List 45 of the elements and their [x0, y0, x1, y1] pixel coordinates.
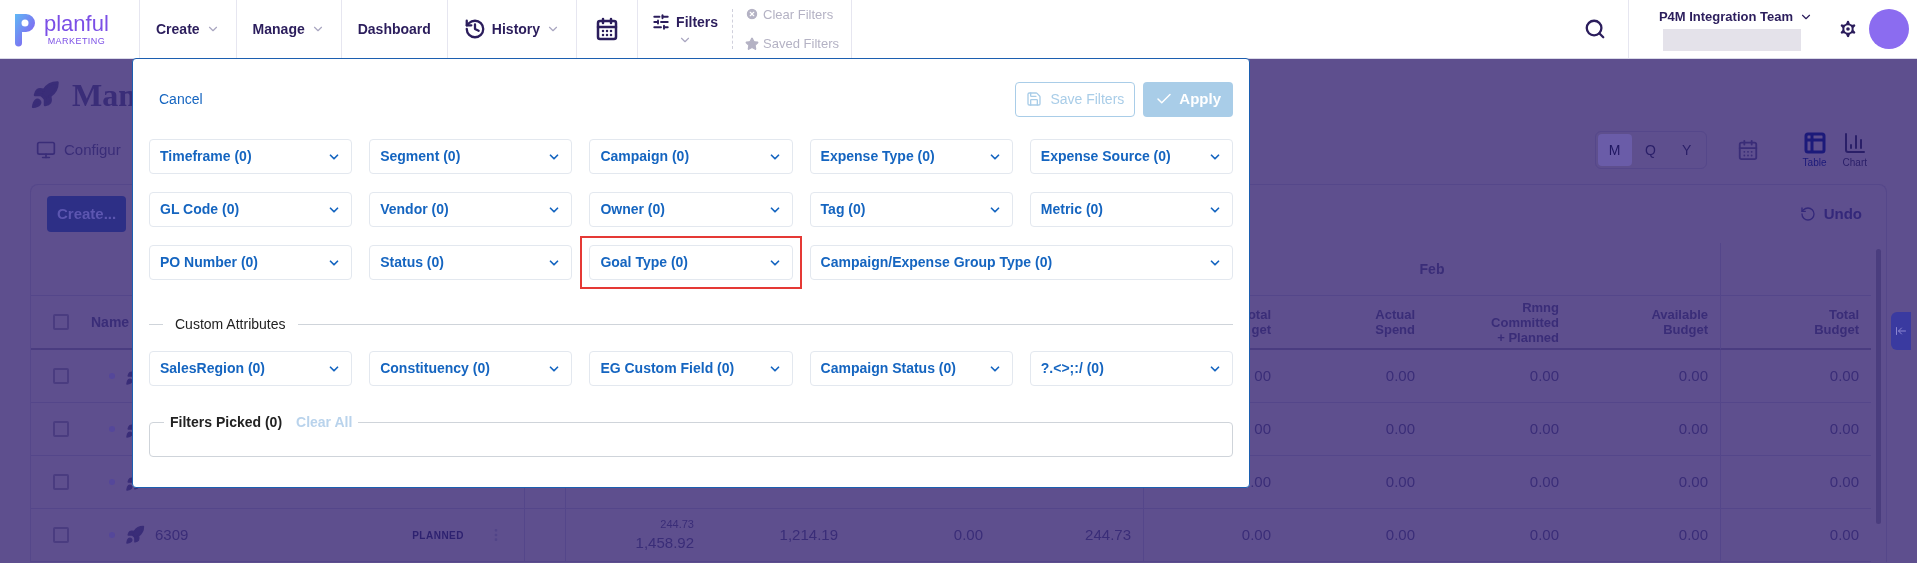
rocket-icon: [125, 525, 145, 545]
history-icon: [463, 18, 486, 40]
filter-dropdown[interactable]: Constituency (0): [369, 351, 573, 386]
filter-dropdown[interactable]: Vendor (0): [369, 192, 573, 227]
section-label: Custom Attributes: [175, 315, 286, 334]
calendar-icon[interactable]: [1736, 139, 1759, 161]
undo-icon: [1799, 206, 1816, 222]
avatar[interactable]: [1869, 9, 1909, 49]
filter-dropdown[interactable]: Expense Source (0): [1029, 139, 1233, 174]
filters-menu[interactable]: Filters: [638, 0, 733, 58]
filter-dropdown[interactable]: Expense Type (0): [809, 139, 1013, 174]
filter-dropdown[interactable]: Metric (0): [1029, 192, 1233, 227]
filter-dropdown[interactable]: Segment (0): [369, 139, 573, 174]
filter-dropdown[interactable]: Goal Type (0): [589, 245, 793, 280]
filter-dropdown[interactable]: PO Number (0): [149, 245, 353, 280]
cancel-button[interactable]: Cancel: [159, 88, 203, 110]
filter-dropdown[interactable]: ?.<>;:/ (0): [1029, 351, 1233, 386]
logo-wordmark: planful: [44, 12, 109, 35]
calendar-icon: [595, 17, 620, 41]
settings-icon[interactable]: [1837, 18, 1859, 40]
filter-dropdown[interactable]: Owner (0): [589, 192, 793, 227]
collapse-icon: [1895, 325, 1907, 337]
filter-dropdown[interactable]: EG Custom Field (0): [589, 351, 793, 386]
filters-picked-label: Filters Picked (0): [170, 413, 283, 432]
filter-dropdown[interactable]: Campaign Status (0): [809, 351, 1013, 386]
table-icon: [1802, 130, 1827, 155]
filter-dropdown[interactable]: Campaign (0): [589, 139, 793, 174]
filter-dropdown[interactable]: Tag (0): [809, 192, 1013, 227]
filter-dropdown[interactable]: Campaign/Expense Group Type (0): [809, 245, 1233, 280]
star-icon: [745, 36, 760, 51]
sliders-icon: [652, 13, 671, 31]
filter-dropdown[interactable]: GL Code (0): [149, 192, 353, 227]
collapse-tab[interactable]: [1891, 312, 1911, 350]
filter-dropdown[interactable]: Timeframe (0): [149, 139, 353, 174]
team-selector[interactable]: P4M Integration Team: [1658, 6, 1813, 27]
bar-chart-icon: [1842, 130, 1867, 155]
logo-tagline: MARKETING: [47, 36, 106, 46]
filter-dropdown[interactable]: SalesRegion (0): [149, 351, 353, 386]
filter-dropdown[interactable]: Status (0): [369, 245, 573, 280]
save-icon: [1026, 91, 1043, 107]
clear-circle-icon: [745, 7, 760, 22]
monitor-icon[interactable]: [36, 140, 56, 160]
search-icon[interactable]: [1583, 18, 1606, 40]
logo-mark-icon: [12, 11, 38, 47]
rocket-icon: [30, 80, 60, 110]
